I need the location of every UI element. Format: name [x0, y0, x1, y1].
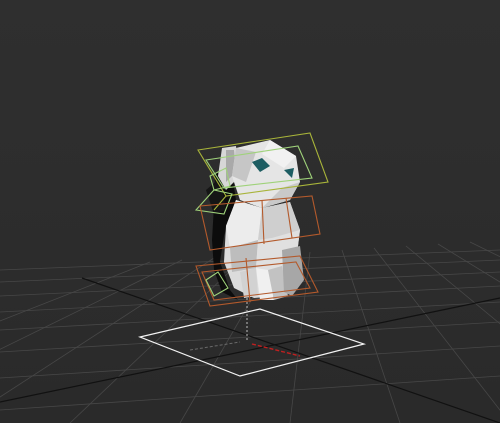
viewport-scene[interactable] — [0, 0, 500, 423]
3d-viewport[interactable] — [0, 0, 500, 423]
